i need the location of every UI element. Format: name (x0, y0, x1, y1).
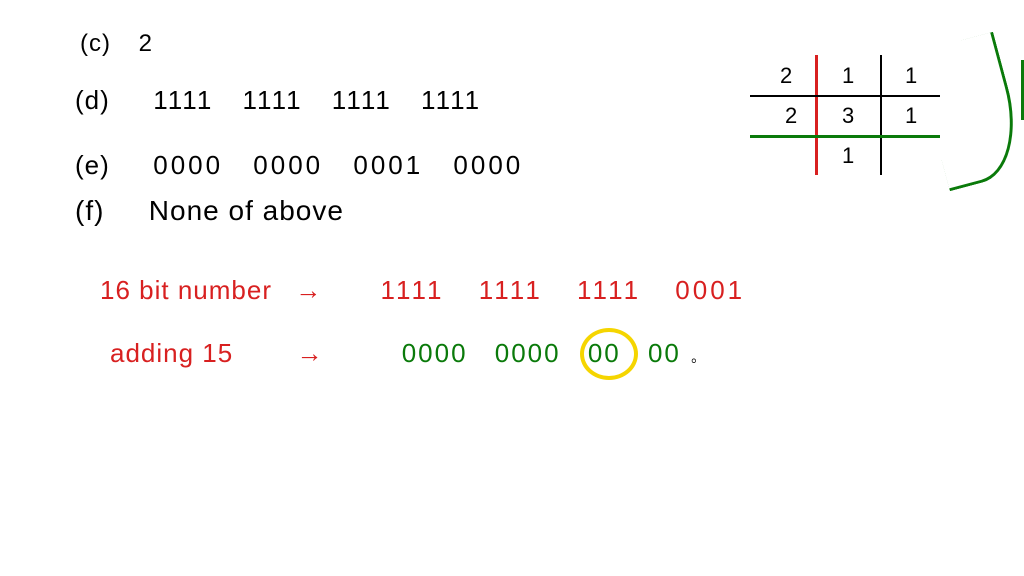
cell-r2c2: 3 (842, 103, 854, 129)
option-d-label: (d) (75, 85, 135, 116)
highlight-circle (580, 328, 638, 380)
table-vline-red (815, 55, 818, 175)
sixteen-bit-label: 16 bit number (100, 275, 272, 305)
cell-r2c1: 2 (785, 103, 797, 129)
option-c-value: 2 (139, 30, 153, 57)
option-d: (d) 1111 1111 1111 1111 (75, 85, 481, 116)
working-line-1: 16 bit number → 1111 1111 1111 0001 (100, 275, 745, 306)
option-e-value: 0000 0000 0001 0000 (153, 150, 523, 180)
table-hline-green (750, 135, 940, 138)
option-f: (f) None of above (75, 195, 344, 227)
option-e-label: (e) (75, 150, 135, 181)
arrow-2: → (296, 338, 323, 368)
table-hline-black (750, 95, 940, 97)
option-d-value: 1111 1111 1111 1111 (153, 85, 481, 115)
option-f-label: (f) (75, 195, 135, 227)
option-c-partial: (c) 2 (80, 30, 153, 58)
table-vline-black (880, 55, 882, 175)
sixteen-bit-binary: 1111 1111 1111 0001 (380, 275, 745, 305)
adding-label: adding 15 (110, 338, 233, 368)
adding-dot: 。 (691, 349, 706, 365)
cell-r1c3: 1 (905, 63, 917, 89)
cell-r1c2: 1 (842, 63, 854, 89)
adding-binary-green: 0000 0000 00 00 (402, 338, 681, 368)
option-f-value: None of above (149, 195, 344, 226)
option-e: (e) 0000 0000 0001 0000 (75, 150, 523, 181)
cell-r3c2: 1 (842, 143, 854, 169)
option-c-label: (c) (80, 30, 111, 57)
cell-r2c3: 1 (905, 103, 917, 129)
arrow-1: → (295, 275, 322, 305)
cell-r1c1: 2 (780, 63, 792, 89)
